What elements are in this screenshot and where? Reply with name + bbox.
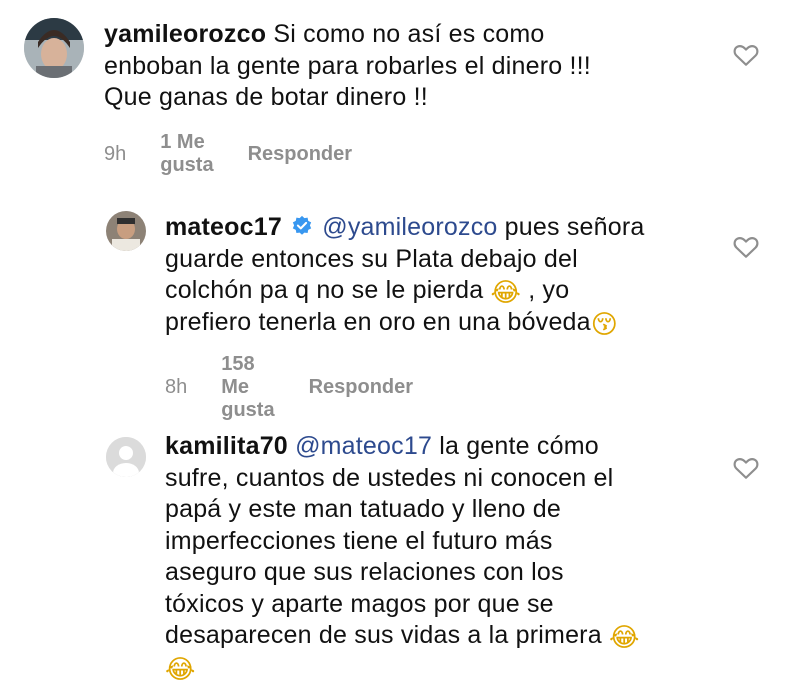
verified-badge-icon	[292, 215, 312, 235]
comment-line: Si como no así es como	[273, 20, 545, 48]
comment-line: sufre, cuantos de ustedes ni conocen el	[165, 463, 614, 492]
comment-line: Que ganas de botar dinero !!	[104, 83, 428, 111]
comment-line: colchón pa q no se le pierda	[165, 276, 484, 304]
default-avatar-icon	[106, 437, 146, 477]
comment-text: kamilita70 @mateoc17 la gente cómo sufre…	[165, 431, 725, 683]
user-photo-icon	[106, 211, 146, 251]
comment-line: papá y este man tatuado y lleno de	[165, 495, 561, 523]
comment-line: guarde entonces su Plata debajo del	[165, 244, 578, 273]
comment-line: aseguro que sus relaciones con los	[165, 558, 564, 586]
avatar[interactable]	[106, 211, 146, 251]
laughing-emoji-icon: 😂	[490, 278, 522, 308]
likes-count[interactable]: 158 Me gusta	[221, 353, 274, 422]
reply-button[interactable]: Responder	[248, 143, 352, 166]
username[interactable]: mateoc17	[165, 213, 282, 241]
heart-outline-icon[interactable]	[733, 235, 759, 259]
likes-count[interactable]: 1 Me gusta	[160, 131, 213, 177]
laughing-emoji-icon: 😂	[608, 623, 640, 653]
user-photo-icon	[24, 18, 84, 78]
comment-line: pues señora	[497, 213, 645, 241]
comment-line: imperfecciones tiene el futuro más	[165, 526, 553, 555]
comment-line: prefiero tenerla en oro en una bóveda	[165, 307, 591, 336]
username[interactable]: kamilita70	[165, 432, 288, 460]
comment-line: la gente cómo	[432, 432, 599, 460]
heart-outline-icon[interactable]	[733, 43, 759, 67]
laughing-emoji-icon: 😂	[165, 654, 196, 685]
avatar[interactable]	[24, 18, 84, 78]
comment-meta: 8h 158 Me gusta Responder	[165, 353, 413, 422]
comment-line: desaparecen de sus vidas a la primera	[165, 621, 602, 649]
timestamp: 9h	[104, 142, 127, 165]
heart-outline-icon[interactable]	[733, 456, 759, 480]
reply-button[interactable]: Responder	[309, 376, 413, 399]
timestamp: 8h	[165, 376, 188, 398]
mention-link[interactable]: @mateoc17	[295, 432, 432, 460]
comment-line: tóxicos y aparte magos por que se	[165, 589, 554, 618]
comment-line: , yo	[521, 276, 570, 304]
avatar[interactable]	[106, 437, 146, 477]
kissing-emoji-icon: 😚	[590, 309, 619, 340]
comment-line: enboban la gente para robarles el dinero…	[104, 51, 591, 80]
mention-link[interactable]: @yamileorozco	[322, 213, 497, 241]
comment-text: yamileorozco Si como no así es como enbo…	[104, 19, 704, 114]
comment-meta: 9h 1 Me gusta Responder	[104, 131, 352, 177]
username[interactable]: yamileorozco	[104, 20, 266, 48]
comment-text: mateoc17 @yamileorozco pues señora guard…	[165, 212, 725, 338]
